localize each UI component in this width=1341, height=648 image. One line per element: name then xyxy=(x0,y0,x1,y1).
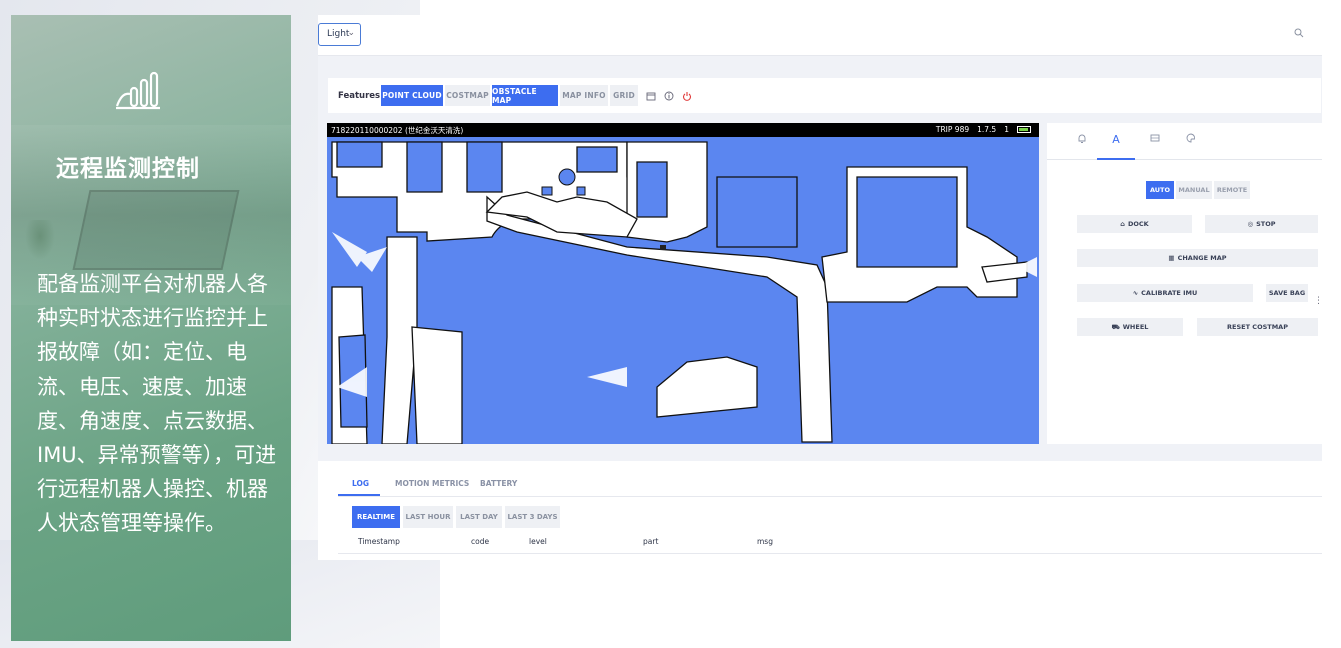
wheel-icon: ⛟ xyxy=(1111,322,1120,331)
top-bar: Light ⌄ xyxy=(318,15,1322,56)
tab-notifications[interactable] xyxy=(1063,133,1101,160)
theme-select-value: Light xyxy=(327,29,350,39)
mode-auto-button[interactable]: AUTO xyxy=(1146,181,1174,199)
info-icon[interactable] xyxy=(664,91,674,101)
dock-button[interactable]: ⌂ DOCK xyxy=(1077,215,1192,233)
chart-icon xyxy=(115,71,160,110)
features-label: Features: xyxy=(338,91,384,101)
section-description: 配备监测平台对机器人各种实时状态进行监控并上报故障（如：定位、电流、电压、速度、… xyxy=(37,272,277,536)
home-icon: ⌂ xyxy=(1120,220,1125,228)
robot-marker xyxy=(660,245,666,250)
column-level: level xyxy=(529,537,547,546)
divider xyxy=(338,496,1322,497)
table-header-divider xyxy=(338,553,1322,554)
monitoring-app: Light ⌄ Features: POINT CLOUD COSTMAP OB… xyxy=(318,15,1323,560)
search-icon[interactable] xyxy=(1294,28,1304,38)
map-icon: ▦ xyxy=(1168,254,1175,262)
robot-control-panel: A AUTO MANUAL REMOTE ⌂ DOCK ◎ STOP ▦ CHA… xyxy=(1047,123,1323,444)
range-last-day-button[interactable]: LAST DAY xyxy=(456,506,502,528)
wheel-button[interactable]: ⛟ WHEEL xyxy=(1077,318,1183,336)
grid-button[interactable]: GRID xyxy=(610,85,638,106)
tab-motion-metrics[interactable]: MOTION METRICS xyxy=(395,479,469,488)
plant-illustration xyxy=(25,220,55,260)
palette-icon xyxy=(1186,133,1196,143)
stop-button[interactable]: ◎ STOP xyxy=(1205,215,1318,233)
more-options-icon[interactable]: ⋮ xyxy=(1314,296,1323,306)
mode-remote-button[interactable]: REMOTE xyxy=(1214,181,1250,199)
range-last-hour-button[interactable]: LAST HOUR xyxy=(403,506,453,528)
tab-log[interactable]: LOG xyxy=(352,479,369,488)
point-cloud-button[interactable]: POINT CLOUD xyxy=(381,85,443,106)
bell-icon xyxy=(1078,134,1086,143)
map-viewer[interactable]: 718220110000202 (世纪金沃天清洗) TRIP 989 1.7.5… xyxy=(327,123,1039,444)
save-bag-button[interactable]: SAVE BAG xyxy=(1266,284,1308,302)
column-msg: msg xyxy=(757,537,773,546)
control-tabs: A xyxy=(1047,123,1322,160)
range-last-3-days-button[interactable]: LAST 3 DAYS xyxy=(505,506,560,528)
pulse-icon: ∿ xyxy=(1132,289,1139,297)
column-timestamp: Timestamp xyxy=(358,537,400,546)
column-part: part xyxy=(643,537,659,546)
laptop-illustration xyxy=(72,190,240,270)
a-icon: A xyxy=(1112,133,1120,146)
grid-icon xyxy=(1150,134,1160,142)
change-map-button[interactable]: ▦ CHANGE MAP xyxy=(1077,249,1318,267)
chevron-down-icon: ⌄ xyxy=(347,28,355,38)
mode-manual-button[interactable]: MANUAL xyxy=(1176,181,1212,199)
reset-costmap-button[interactable]: RESET COSTMAP xyxy=(1197,318,1318,336)
calendar-icon[interactable] xyxy=(646,91,656,101)
map-status-bar: 718220110000202 (世纪金沃天清洗) TRIP 989 1.7.5… xyxy=(327,123,1039,137)
features-toolbar: Features: POINT CLOUD COSTMAP OBSTACLE M… xyxy=(328,78,1321,113)
range-realtime-button[interactable]: REALTIME xyxy=(352,506,400,528)
theme-select[interactable]: Light ⌄ xyxy=(318,23,361,46)
section-title: 远程监测控制 xyxy=(56,156,200,182)
tab-grid[interactable] xyxy=(1136,133,1174,160)
signal-readout: 1 xyxy=(1004,125,1009,134)
speed-readout: 1.7.5 xyxy=(977,125,997,134)
costmap-button[interactable]: COSTMAP xyxy=(445,85,490,106)
calibrate-imu-button[interactable]: ∿ CALIBRATE IMU xyxy=(1077,284,1253,302)
occupancy-map[interactable] xyxy=(327,137,1039,444)
map-info-button[interactable]: MAP INFO xyxy=(560,85,608,106)
tab-appearance[interactable] xyxy=(1172,133,1210,160)
battery-icon xyxy=(1017,126,1031,133)
trip-counter: TRIP 989 xyxy=(935,125,970,134)
feature-description-panel: 远程监测控制 配备监测平台对机器人各种实时状态进行监控并上报故障（如：定位、电流… xyxy=(11,15,291,641)
log-panel: LOG MOTION METRICS BATTERY REALTIME LAST… xyxy=(318,461,1322,560)
obstacle-map-button[interactable]: OBSTACLE MAP xyxy=(492,85,558,106)
stop-icon: ◎ xyxy=(1247,220,1254,228)
map-drawing xyxy=(331,141,1037,444)
map-status-right: TRIP 989 1.7.5 1 xyxy=(936,125,1031,134)
column-code: code xyxy=(471,537,490,546)
tab-autonomy[interactable]: A xyxy=(1097,133,1135,160)
robot-id: 718220110000202 (世纪金沃天清洗) xyxy=(331,126,464,135)
power-icon[interactable] xyxy=(682,91,692,101)
tab-battery[interactable]: BATTERY xyxy=(480,479,517,488)
